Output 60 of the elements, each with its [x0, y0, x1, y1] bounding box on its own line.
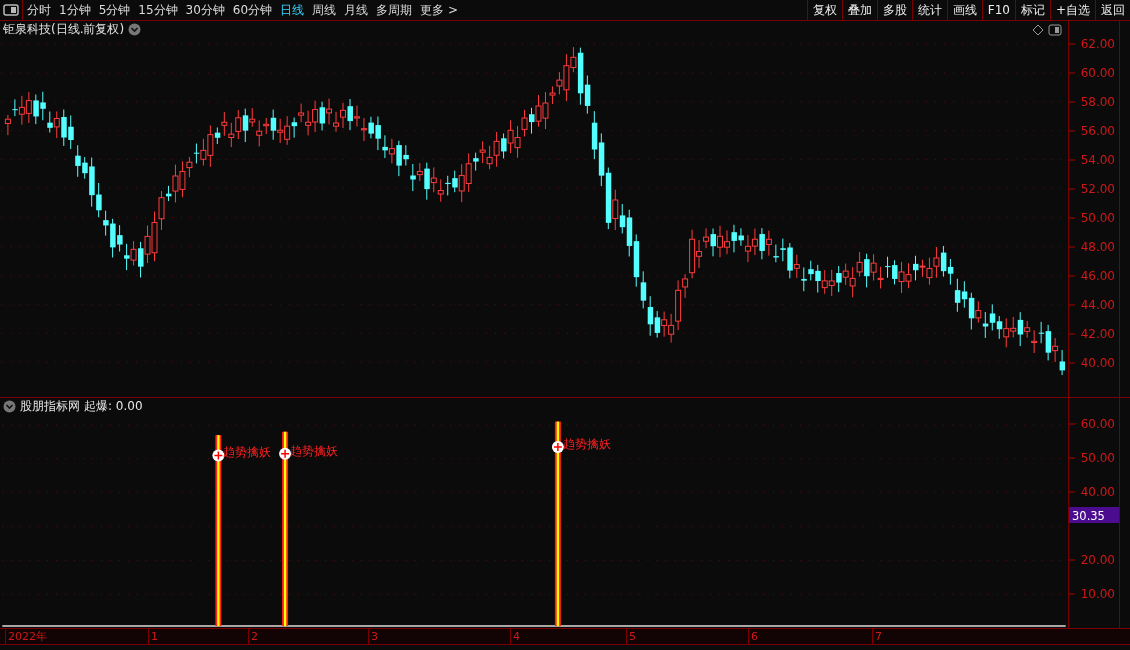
signal-marker-icon	[279, 447, 292, 460]
axis-label: 20.00	[1080, 553, 1115, 567]
time-label: 1	[148, 629, 158, 644]
axis-label: 42.00	[1080, 327, 1115, 341]
axis-label: 58.00	[1080, 95, 1115, 109]
period-tab[interactable]: 60分钟	[228, 0, 277, 20]
axis-label: 48.00	[1080, 240, 1115, 254]
signal-marker-icon	[551, 440, 564, 453]
signal-marker-icon	[212, 449, 225, 462]
axis-label: 62.00	[1080, 37, 1115, 51]
axis-label: 56.00	[1080, 124, 1115, 138]
period-tab[interactable]: 周线	[308, 0, 341, 20]
toolbar-button[interactable]: 多股	[876, 0, 912, 20]
period-tab[interactable]: 5分钟	[94, 0, 135, 20]
time-label: 6	[748, 629, 758, 644]
time-label: 3	[368, 629, 378, 644]
period-tab[interactable]: 分时	[23, 0, 55, 20]
axis-label: 60.00	[1080, 417, 1115, 431]
period-tab[interactable]: 多周期	[372, 0, 417, 20]
diamond-icon[interactable]	[1032, 23, 1044, 36]
axis-label: 44.00	[1080, 298, 1115, 312]
time-label: 4	[510, 629, 520, 644]
axis-label: 52.00	[1080, 182, 1115, 196]
current-value-badge: 30.35	[1069, 507, 1119, 523]
period-tab[interactable]: 更多 >	[416, 0, 462, 20]
toolbar-button[interactable]: 统计	[911, 0, 947, 20]
indicator-title: 股朋指标网	[20, 398, 80, 416]
period-tab[interactable]: 15分钟	[134, 0, 182, 20]
panel-toggle-icon[interactable]	[0, 0, 23, 20]
axis-label: 40.00	[1080, 485, 1115, 499]
toolbar-button[interactable]: +自选	[1049, 0, 1095, 20]
collapse-icon[interactable]	[3, 400, 16, 414]
axis-label: 10.00	[1080, 587, 1115, 601]
toolbar-button[interactable]: 叠加	[841, 0, 877, 20]
toolbar-button[interactable]: F10	[981, 0, 1015, 20]
toolbar-button[interactable]: 画线	[946, 0, 982, 20]
period-tab[interactable]: 1分钟	[55, 0, 95, 20]
period-tab[interactable]: 30分钟	[181, 0, 229, 20]
dropdown-icon[interactable]	[128, 23, 142, 37]
indicator-reading: 起爆: 0.00	[84, 398, 143, 416]
axis-label: 60.00	[1080, 66, 1115, 80]
axis-label: 50.00	[1080, 211, 1115, 225]
axis-label: 54.00	[1080, 153, 1115, 167]
axis-label: 46.00	[1080, 269, 1115, 283]
axis-label: 50.00	[1080, 451, 1115, 465]
signal-label: 趋势擒妖	[223, 445, 272, 460]
time-label: 7	[872, 629, 882, 644]
chart-title: 钜泉科技(日线.前复权)	[3, 21, 125, 39]
signal-label: 趋势擒妖	[562, 436, 611, 451]
panel-toggle-icon[interactable]	[1048, 23, 1062, 36]
period-tab[interactable]: 日线	[276, 0, 309, 20]
time-label: 2	[248, 629, 258, 644]
signal-label: 趋势擒妖	[290, 443, 339, 458]
toolbar-button[interactable]: 标记	[1014, 0, 1050, 20]
time-label: 5	[626, 629, 636, 644]
period-tab[interactable]: 月线	[340, 0, 373, 20]
toolbar-button[interactable]: 复权	[806, 0, 842, 20]
toolbar-button[interactable]: 返回	[1095, 0, 1130, 20]
axis-label: 40.00	[1080, 356, 1115, 370]
time-label: 2022年	[5, 629, 47, 644]
